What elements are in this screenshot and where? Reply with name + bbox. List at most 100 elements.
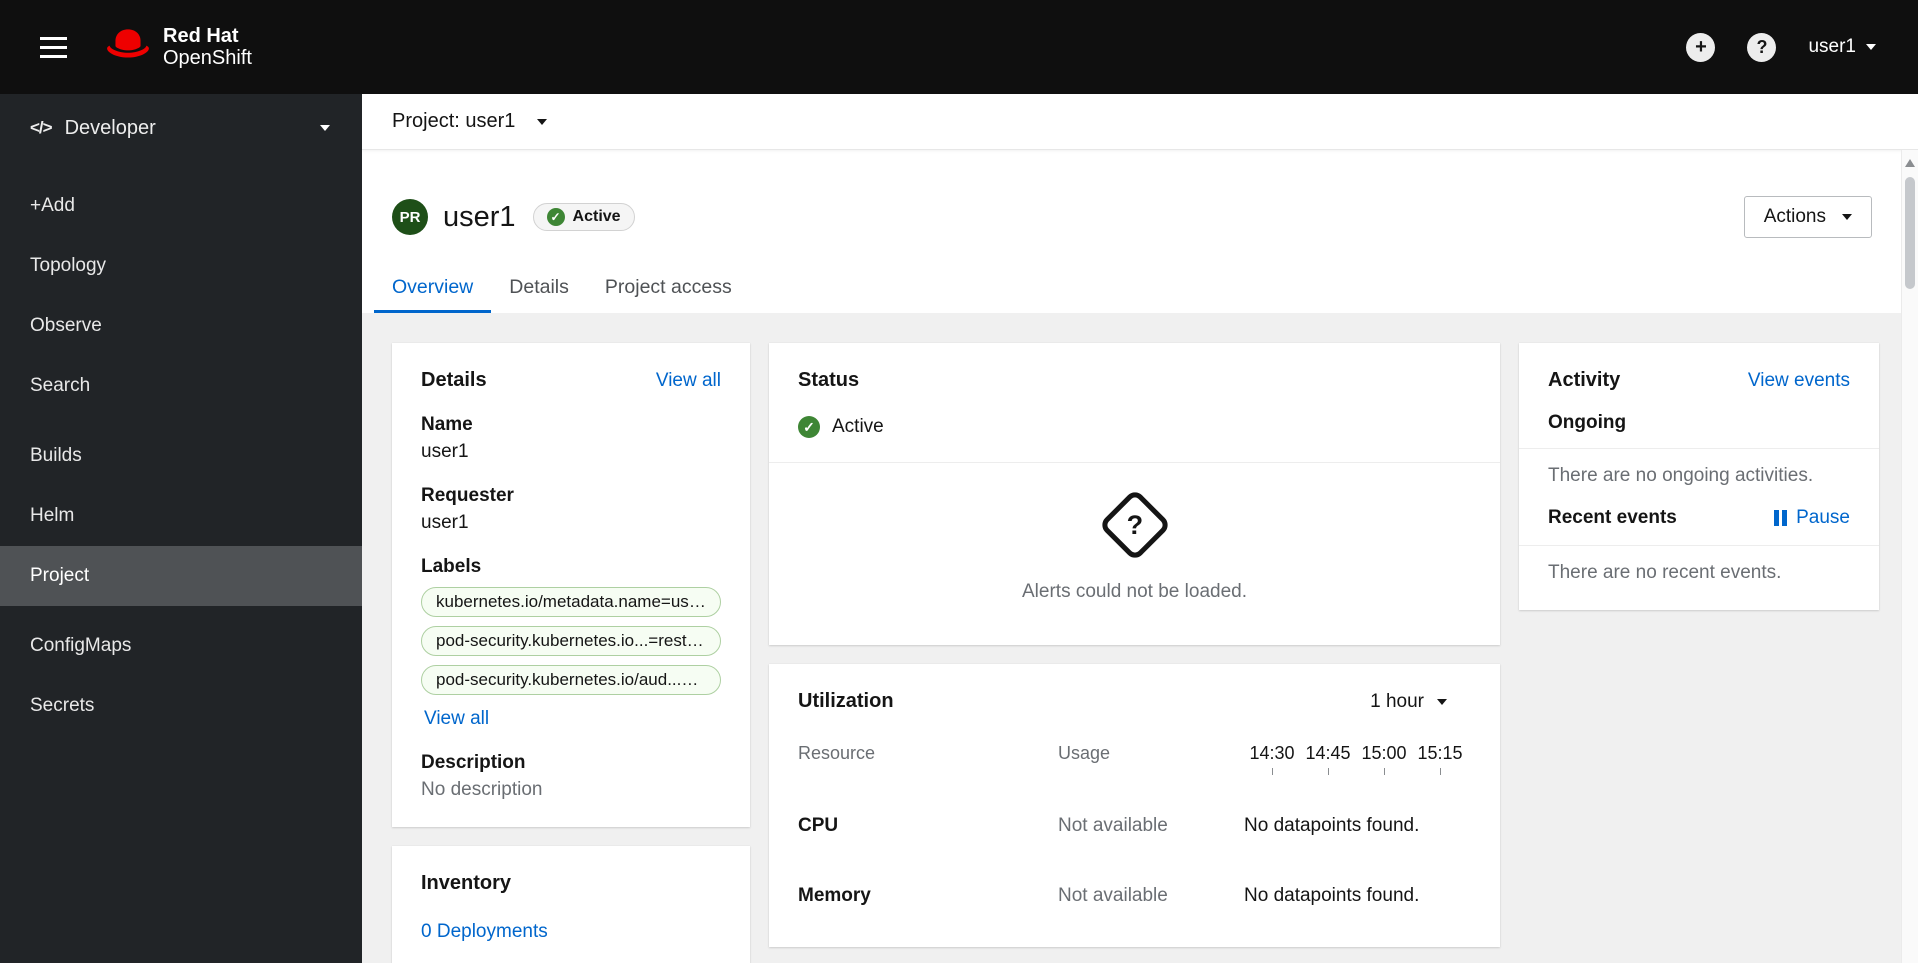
alerts-empty-state: ? Alerts could not be loaded. <box>769 463 1500 645</box>
tab-details[interactable]: Details <box>491 262 587 313</box>
scrollbar-thumb[interactable] <box>1905 177 1915 289</box>
view-events-link[interactable]: View events <box>1748 370 1850 392</box>
user-menu-label: user1 <box>1808 36 1856 57</box>
perspective-label: Developer <box>64 116 156 139</box>
sidebar-item-project[interactable]: Project <box>0 546 362 606</box>
middle-column: Status ✓ Active ? Alerts could not be lo… <box>769 343 1500 947</box>
time-tick: 14:45 <box>1300 743 1356 775</box>
left-column: Details View all Name user1 Requester us… <box>392 343 750 963</box>
activity-card: Activity View events Ongoing There are n… <box>1519 343 1879 610</box>
openshift-console: Red Hat OpenShift + ? user1 </> Develope… <box>0 0 1918 963</box>
recent-empty-message: There are no recent events. <box>1548 562 1782 583</box>
actions-button-label: Actions <box>1763 206 1826 227</box>
sidebar-item-search[interactable]: Search <box>0 356 362 416</box>
main-area: Project: user1 PR user1 ✓ Active Actions <box>362 94 1918 963</box>
requester-value: user1 <box>421 512 469 533</box>
description-value: No description <box>421 779 543 800</box>
sidebar-item-add[interactable]: +Add <box>0 176 362 236</box>
check-circle-icon: ✓ <box>546 208 565 226</box>
vertical-scrollbar[interactable] <box>1901 150 1918 963</box>
sidebar-nav: </> Developer +Add Topology Observe Sear… <box>0 94 362 963</box>
resource-column-header: Resource <box>798 743 876 763</box>
overview-dashboard: Details View all Name user1 Requester us… <box>362 313 1918 963</box>
sidebar-item-observe[interactable]: Observe <box>0 296 362 356</box>
time-tick: 15:15 <box>1412 743 1468 775</box>
status-active-label: Active <box>832 416 884 437</box>
memory-usage: Not available <box>1058 885 1168 906</box>
tab-bar: Overview Details Project access <box>374 262 1888 313</box>
inventory-card-title: Inventory <box>421 872 512 894</box>
project-resource-badge: PR <box>392 199 428 235</box>
time-axis: 14:30 14:45 15:00 15:15 <box>1244 743 1471 775</box>
activity-card-title: Activity <box>1548 369 1621 391</box>
sidebar-item-topology[interactable]: Topology <box>0 236 362 296</box>
pause-icon <box>1774 510 1788 526</box>
right-column: Activity View events Ongoing There are n… <box>1519 343 1879 610</box>
utilization-card: Utilization 1 hour Resource Usage 14:30 … <box>769 664 1500 947</box>
inventory-card: Inventory 0 Deployments <box>392 846 750 963</box>
sidebar-item-helm[interactable]: Helm <box>0 486 362 546</box>
redhat-fedora-icon <box>105 27 151 68</box>
status-card: Status ✓ Active ? Alerts could not be lo… <box>769 343 1500 645</box>
sidebar-item-builds[interactable]: Builds <box>0 426 362 486</box>
status-card-title: Status <box>798 369 860 391</box>
time-tick: 14:30 <box>1244 743 1300 775</box>
memory-datapoints: No datapoints found. <box>1244 885 1420 906</box>
scroll-region: PR user1 ✓ Active Actions Overview Detai… <box>362 150 1918 963</box>
brand-line1: Red Hat <box>163 24 239 47</box>
page-title: user1 <box>443 200 516 233</box>
chevron-down-icon <box>320 125 330 131</box>
help-icon[interactable]: ? <box>1747 32 1777 62</box>
chevron-down-icon <box>537 118 548 125</box>
brand-line2: OpenShift <box>163 47 252 69</box>
details-card-title: Details <box>421 369 487 391</box>
pause-button-label: Pause <box>1796 507 1850 528</box>
labels-view-all-link[interactable]: View all <box>424 708 489 730</box>
duration-label: 1 hour <box>1370 690 1424 712</box>
check-circle-icon: ✓ <box>798 416 820 438</box>
description-label: Description <box>421 752 526 773</box>
recent-events-label: Recent events <box>1548 507 1677 528</box>
divider <box>1519 448 1879 449</box>
ongoing-label: Ongoing <box>1548 412 1627 433</box>
name-value: user1 <box>421 441 469 462</box>
tab-project-access[interactable]: Project access <box>587 262 750 313</box>
actions-button[interactable]: Actions <box>1743 196 1872 238</box>
page-header: PR user1 ✓ Active Actions Overview Detai… <box>362 150 1918 313</box>
details-card: Details View all Name user1 Requester us… <box>392 343 750 827</box>
cpu-usage: Not available <box>1058 815 1168 836</box>
user-menu[interactable]: user1 <box>1808 36 1876 58</box>
sidebar-item-configmaps[interactable]: ConfigMaps <box>0 616 362 676</box>
details-view-all-link[interactable]: View all <box>656 370 721 392</box>
add-circle-icon[interactable]: + <box>1686 32 1716 62</box>
duration-dropdown[interactable]: 1 hour <box>1370 691 1447 713</box>
scrollbar-up-arrow-icon[interactable] <box>1905 159 1915 167</box>
project-selector-label: Project: user1 <box>392 110 516 132</box>
status-badge-label: Active <box>572 208 621 225</box>
chevron-down-icon <box>1866 44 1876 50</box>
utilization-row-memory: Memory Not available No datapoints found… <box>798 885 1471 947</box>
utilization-card-title: Utilization <box>798 690 894 712</box>
label-chip[interactable]: kubernetes.io/metadata.name=user1 <box>421 587 721 617</box>
status-badge: ✓ Active <box>532 203 635 231</box>
project-selector[interactable]: Project: user1 <box>362 94 1918 150</box>
time-tick: 15:00 <box>1356 743 1412 775</box>
label-chip[interactable]: pod-security.kubernetes.io/aud...=v1... <box>421 665 721 695</box>
redhat-openshift-logo[interactable]: Red Hat OpenShift <box>105 25 252 70</box>
code-icon: </> <box>30 118 53 137</box>
deployments-link[interactable]: 0 Deployments <box>421 921 548 943</box>
perspective-switcher[interactable]: </> Developer <box>0 94 362 162</box>
nav-toggle-button[interactable] <box>30 21 77 74</box>
sidebar-item-secrets[interactable]: Secrets <box>0 676 362 736</box>
chevron-down-icon <box>1437 698 1447 705</box>
ongoing-empty-message: There are no ongoing activities. <box>1548 465 1814 486</box>
chevron-down-icon <box>1842 214 1852 220</box>
pause-button[interactable]: Pause <box>1774 507 1850 529</box>
labels-label: Labels <box>421 556 482 577</box>
name-label: Name <box>421 414 473 435</box>
cpu-label: CPU <box>798 815 839 836</box>
tab-overview[interactable]: Overview <box>374 262 491 313</box>
unknown-icon: ? <box>1097 488 1172 562</box>
label-chip[interactable]: pod-security.kubernetes.io...=restric... <box>421 626 721 656</box>
nav-section-gap <box>0 606 362 616</box>
